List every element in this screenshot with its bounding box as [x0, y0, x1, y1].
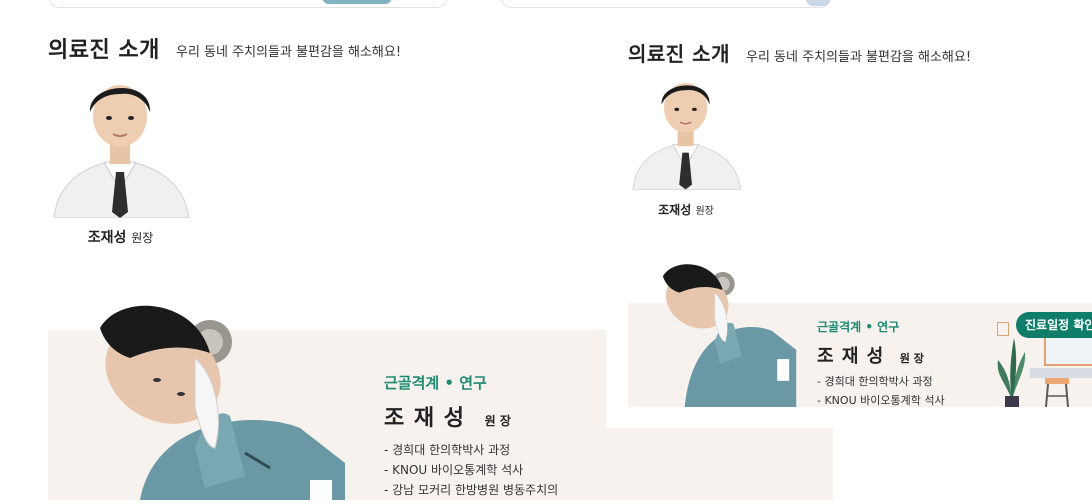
- stool-icon-svg: [1045, 378, 1069, 408]
- doctor-name: 조재성 원장: [48, 227, 193, 247]
- credential-item: - KNOU 바이오통계학 석사: [817, 394, 945, 407]
- banner-doctor-name: 조 재 성 원 장: [384, 400, 511, 432]
- doctor-portrait[interactable]: [48, 72, 193, 218]
- section-subtitle: 우리 동네 주치의들과 불편감을 해소해요!: [746, 50, 972, 65]
- section-title: 의료진 소개: [628, 42, 730, 66]
- doctor-name-text: 조재성: [87, 230, 127, 246]
- doctor-name-text: 조재성: [658, 203, 692, 217]
- doctor-portrait-icon: [628, 72, 744, 190]
- credential-item: - 강남 모커리 한방병원 병동주치의: [384, 483, 559, 497]
- banner-doctor-name: 조 재 성 원 장: [817, 342, 924, 368]
- banner-role-text: 원 장: [899, 352, 924, 365]
- top-card-right: [500, 0, 832, 8]
- doctor-portrait[interactable]: [628, 72, 744, 190]
- section-title: 의료진 소개: [48, 38, 160, 63]
- doctor-portrait-icon: [48, 72, 193, 218]
- doctor-specialty: 근골격계 • 연구: [817, 320, 900, 334]
- doctor-stretching-icon: [662, 264, 797, 407]
- schedule-button[interactable]: 진료일정 확인: [1016, 312, 1092, 338]
- doctor-stretching-photo[interactable]: [95, 298, 370, 500]
- plant-icon: [994, 330, 1030, 407]
- doctor-banner-extension: [606, 428, 833, 500]
- section-subtitle: 우리 동네 주치의들과 불편감을 해소해요!: [176, 45, 402, 60]
- doctor-specialty: 근골격계 • 연구: [384, 374, 487, 392]
- credentials-list: - 경희대 한의학박사 과정 - KNOU 바이오통계학 석사: [817, 372, 945, 410]
- banner-name-text: 조 재 성: [384, 406, 466, 431]
- doctor-stretching-photo[interactable]: [660, 260, 810, 407]
- doctor-name: 조재성 원장: [628, 201, 744, 218]
- stool-icon: [1044, 378, 1070, 408]
- credential-item: - KNOU 바이오통계학 석사: [384, 463, 524, 477]
- credentials-list: - 경희대 한의학박사 과정 - KNOU 바이오통계학 석사 - 강남 모커리…: [384, 440, 558, 500]
- top-card-icon-fragment: [806, 0, 830, 6]
- top-card-image-fragment: [322, 0, 392, 4]
- doctor-stretching-icon: [100, 305, 345, 500]
- plant-icon-svg: [997, 338, 1026, 407]
- banner-name-text: 조 재 성: [817, 346, 885, 367]
- banner-role-text: 원 장: [484, 414, 511, 428]
- doctor-role: 원장: [131, 231, 154, 245]
- doctor-role: 원장: [695, 206, 714, 217]
- credential-item: - 경희대 한의학박사 과정: [817, 375, 933, 388]
- credential-item: - 경희대 한의학박사 과정: [384, 443, 511, 457]
- counter-decoration: [1030, 368, 1092, 378]
